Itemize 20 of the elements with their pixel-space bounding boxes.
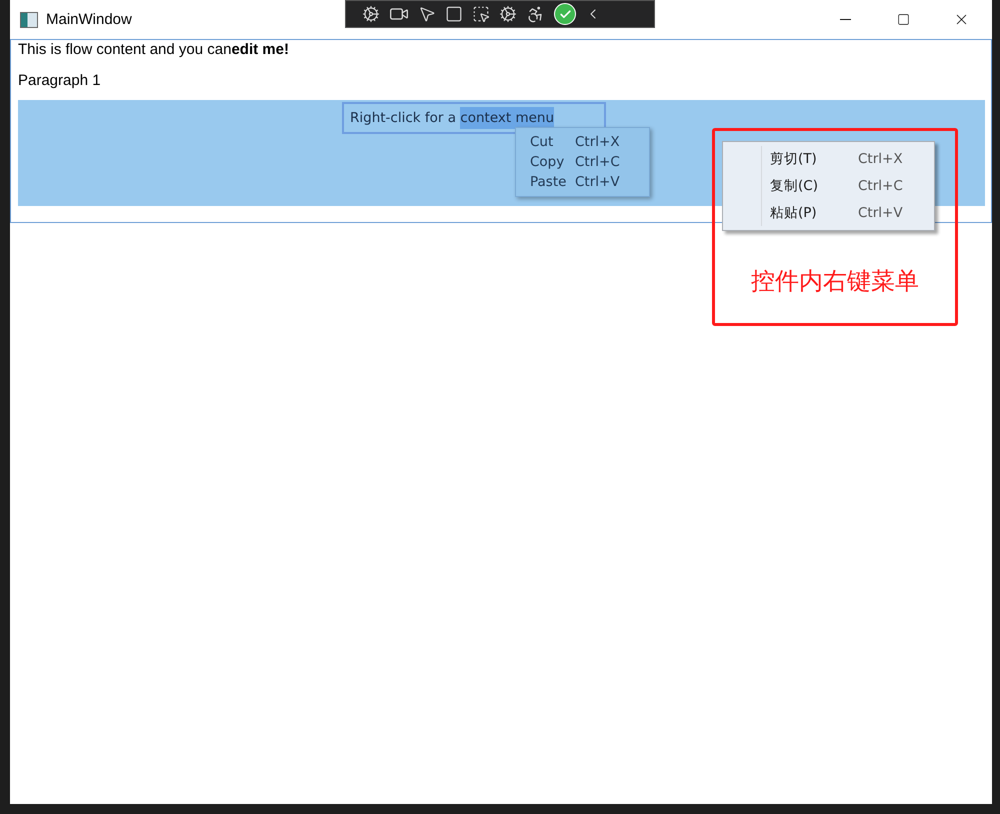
frame-icon[interactable]	[445, 5, 463, 23]
menu-item[interactable]: 复制(C) Ctrl+C	[723, 177, 934, 195]
paragraph-text: This is flow content and you canedit me!	[18, 41, 290, 59]
window-title: MainWindow	[46, 11, 132, 28]
selected-text: context menu	[460, 107, 554, 129]
menu-item[interactable]: 粘贴(P) Ctrl+V	[723, 204, 934, 222]
app-icon	[20, 12, 38, 28]
settings-icon[interactable]	[499, 5, 517, 23]
paragraph-text: Paragraph 1	[18, 72, 102, 90]
annotation-text: 控件内右键菜单	[751, 267, 919, 297]
maximize-icon	[896, 13, 910, 26]
pointer-icon[interactable]	[418, 5, 436, 23]
selection-icon[interactable]	[472, 5, 490, 23]
menu-item[interactable]: Cut Ctrl+X	[516, 132, 649, 152]
menu-item[interactable]: Copy Ctrl+C	[516, 152, 649, 172]
field-text: Right-click for a	[350, 109, 458, 128]
check-icon[interactable]	[554, 3, 576, 25]
menu-item[interactable]: 剪切(T) Ctrl+X	[723, 150, 934, 168]
menu-item[interactable]: Paste Ctrl+V	[516, 172, 649, 192]
minimize-icon	[840, 19, 850, 20]
